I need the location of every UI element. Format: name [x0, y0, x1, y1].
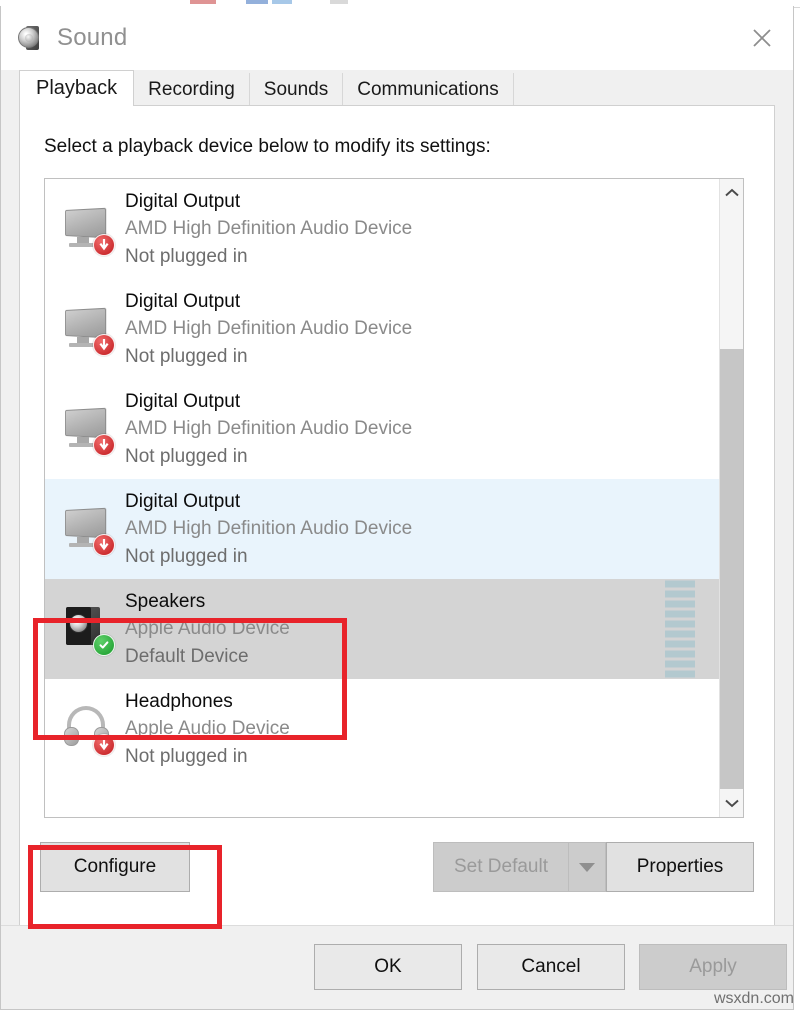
- list-item[interactable]: Digital Output AMD High Definition Audio…: [45, 279, 721, 379]
- device-action-buttons: Configure Set Default Properties: [20, 834, 774, 904]
- cancel-button[interactable]: Cancel: [477, 944, 625, 990]
- scrollbar-thumb[interactable]: [720, 349, 744, 789]
- volume-level-meter: [665, 581, 695, 678]
- device-state: Default Device: [125, 643, 290, 671]
- instruction-text: Select a playback device below to modify…: [20, 106, 774, 158]
- apply-button[interactable]: Apply: [639, 944, 787, 990]
- device-driver: AMD High Definition Audio Device: [125, 415, 412, 443]
- headphones-icon: [61, 701, 117, 757]
- title-bar: Sound: [1, 6, 793, 70]
- tab-playback[interactable]: Playback: [19, 70, 134, 106]
- device-name: Speakers: [125, 588, 290, 616]
- speaker-box-icon: [61, 601, 117, 657]
- list-item[interactable]: Headphones Apple Audio Device Not plugge…: [45, 679, 721, 779]
- device-state: Not plugged in: [125, 443, 412, 471]
- red-down-arrow-badge: [93, 734, 115, 756]
- close-icon[interactable]: [731, 6, 793, 70]
- device-driver: Apple Audio Device: [125, 715, 290, 743]
- monitor-icon: [61, 401, 117, 457]
- set-default-button[interactable]: Set Default: [433, 842, 568, 892]
- configure-button[interactable]: Configure: [40, 842, 190, 892]
- monitor-icon: [61, 501, 117, 557]
- monitor-icon: [61, 201, 117, 257]
- tab-communications[interactable]: Communications: [343, 73, 514, 106]
- green-check-badge: [93, 634, 115, 656]
- device-name: Digital Output: [125, 188, 412, 216]
- set-default-split-button[interactable]: Set Default: [433, 842, 606, 892]
- bg-chip: [330, 0, 348, 4]
- tab-sounds[interactable]: Sounds: [250, 73, 343, 106]
- bg-chip: [190, 0, 216, 4]
- red-down-arrow-badge: [93, 334, 115, 356]
- device-state: Not plugged in: [125, 243, 412, 271]
- device-name: Digital Output: [125, 488, 412, 516]
- list-item[interactable]: Digital Output AMD High Definition Audio…: [45, 179, 721, 279]
- list-item[interactable]: Digital Output AMD High Definition Audio…: [45, 379, 721, 479]
- tab-recording[interactable]: Recording: [134, 73, 250, 106]
- list-item-speakers[interactable]: Speakers Apple Audio Device Default Devi…: [45, 579, 721, 679]
- playback-tab-panel: Select a playback device below to modify…: [19, 106, 775, 962]
- red-down-arrow-badge: [93, 434, 115, 456]
- dialog-footer: OK Cancel Apply: [1, 925, 793, 1009]
- device-list-scrollbar[interactable]: [719, 179, 743, 817]
- tab-strip: Playback Recording Sounds Communications: [1, 70, 793, 106]
- device-name: Digital Output: [125, 388, 412, 416]
- scroll-down-icon[interactable]: [720, 791, 744, 815]
- sound-dialog-window: Sound Playback Recording Sounds Communic…: [0, 6, 794, 1010]
- ok-button[interactable]: OK: [314, 944, 462, 990]
- device-driver: AMD High Definition Audio Device: [125, 515, 412, 543]
- device-name: Headphones: [125, 688, 290, 716]
- bg-chip: [246, 0, 268, 4]
- device-state: Not plugged in: [125, 343, 412, 371]
- bg-chip: [272, 0, 292, 4]
- speaker-icon: [17, 23, 47, 53]
- monitor-icon: [61, 301, 117, 357]
- playback-device-list[interactable]: Not plugged in Digital Output AMD High D…: [44, 178, 744, 818]
- device-state: Not plugged in: [125, 743, 290, 771]
- device-driver: AMD High Definition Audio Device: [125, 215, 412, 243]
- device-name: Digital Output: [125, 288, 412, 316]
- watermark: wsxdn.com: [714, 990, 794, 1008]
- device-state: Not plugged in: [125, 543, 412, 571]
- device-driver: Apple Audio Device: [125, 615, 290, 643]
- scroll-up-icon[interactable]: [720, 181, 744, 205]
- properties-button[interactable]: Properties: [606, 842, 754, 892]
- red-down-arrow-badge: [93, 534, 115, 556]
- chevron-down-icon[interactable]: [568, 842, 606, 892]
- device-driver: AMD High Definition Audio Device: [125, 315, 412, 343]
- red-down-arrow-badge: [93, 234, 115, 256]
- list-item[interactable]: Digital Output AMD High Definition Audio…: [45, 479, 721, 579]
- window-title: Sound: [57, 24, 127, 52]
